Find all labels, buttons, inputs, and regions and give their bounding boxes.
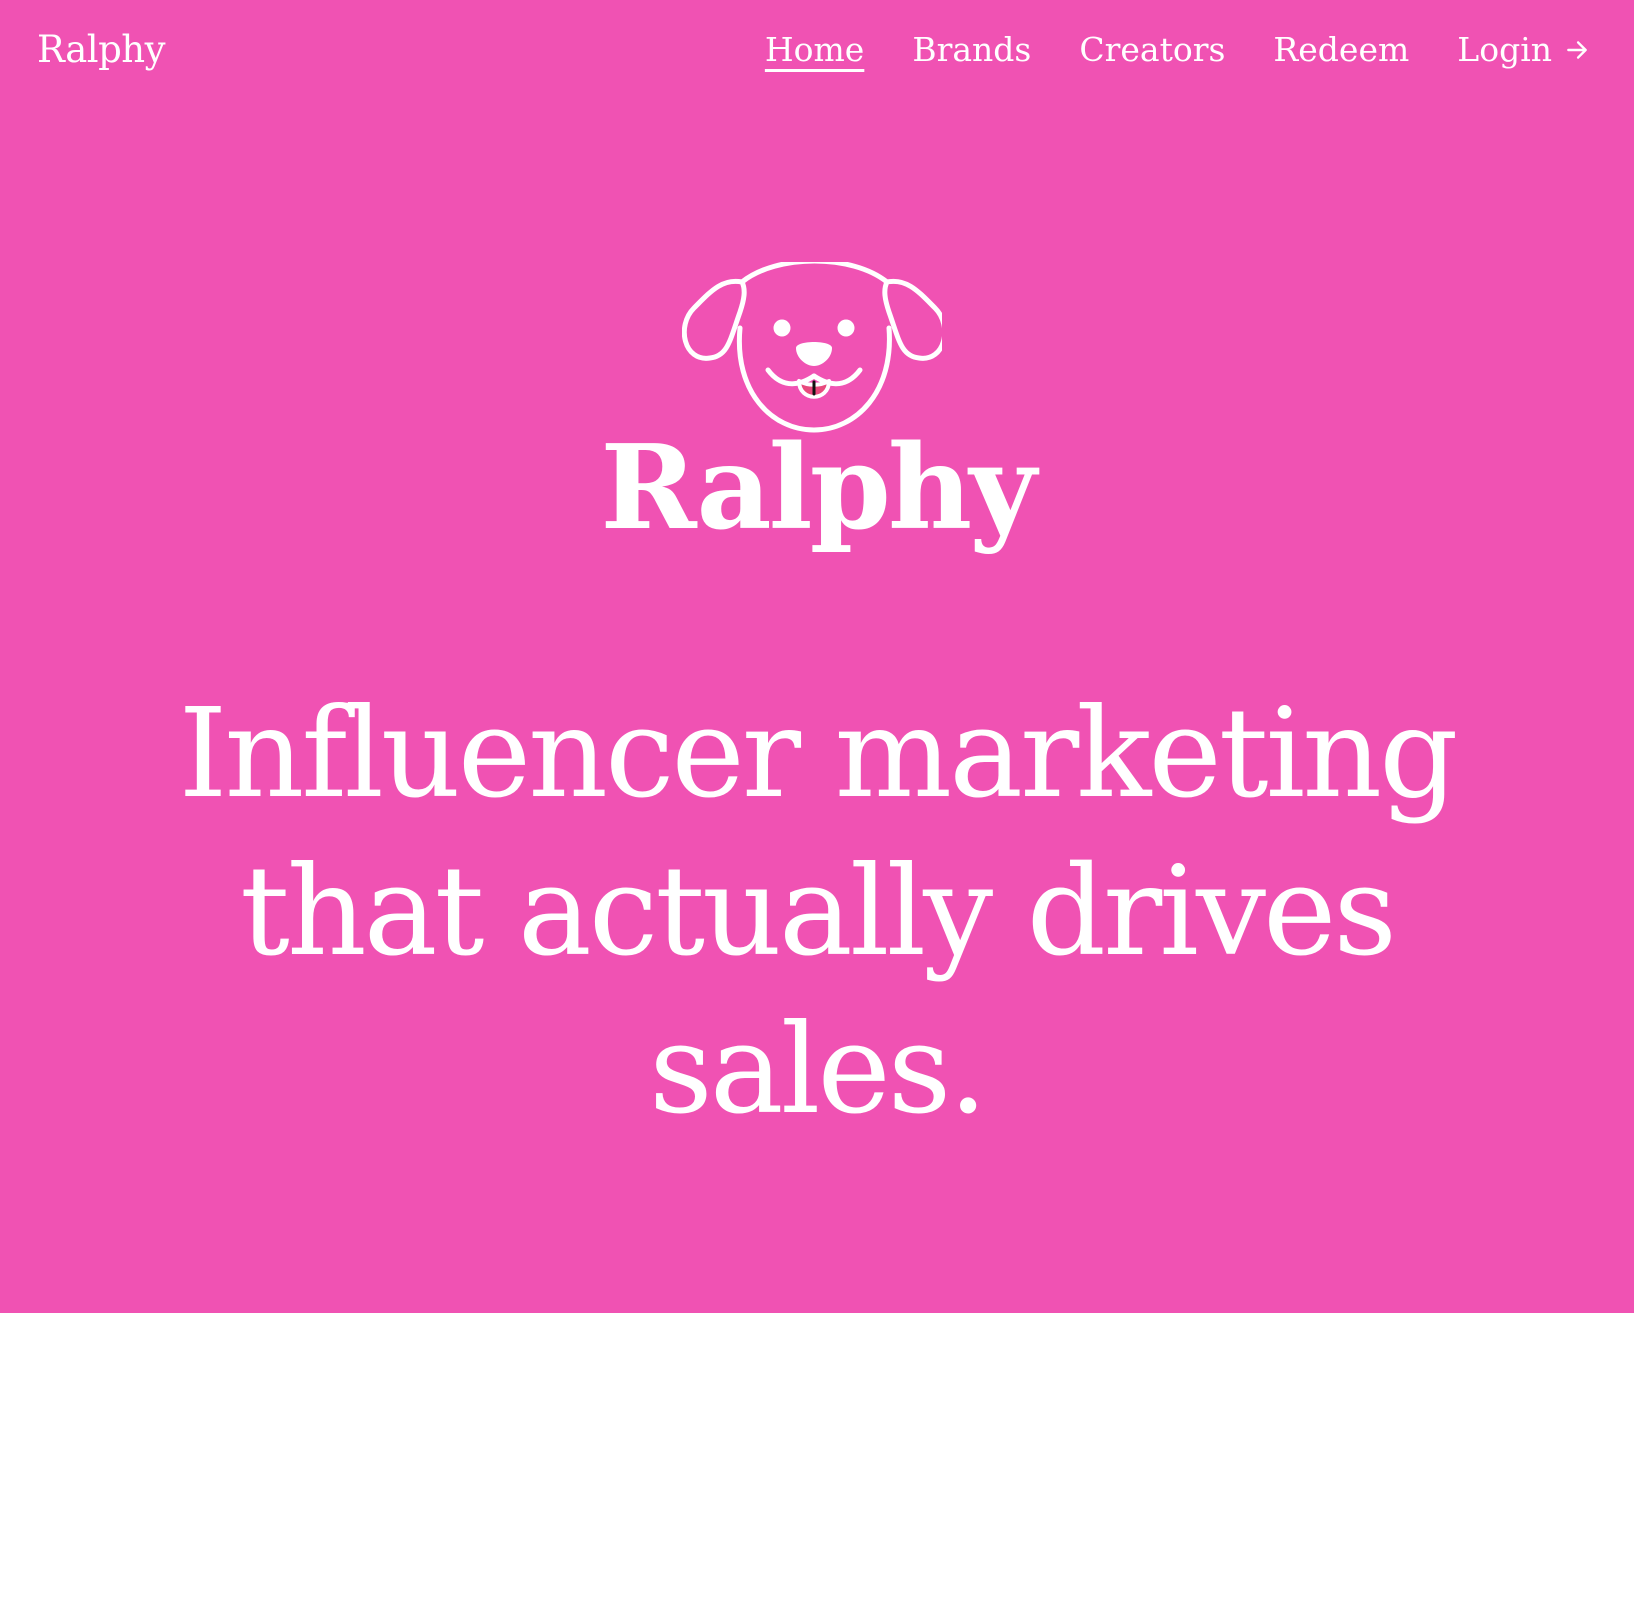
- nav-creators-link[interactable]: Creators: [1079, 26, 1225, 74]
- brand-logo-link[interactable]: Ralphy: [37, 26, 166, 74]
- nav-links: Home Brands Creators Redeem Login: [765, 26, 1590, 74]
- hero-headline: Influencer marketing that actually drive…: [178, 682, 1458, 1142]
- logo-wordmark: Ralphy: [600, 420, 1036, 556]
- nav-redeem-link[interactable]: Redeem: [1273, 26, 1409, 74]
- content-below-hero: [0, 1313, 1634, 1621]
- top-nav: Ralphy Home Brands Creators Redeem Login: [0, 0, 1634, 104]
- dog-face-icon: [682, 262, 942, 433]
- nav-login-link[interactable]: Login: [1457, 26, 1590, 74]
- nav-home-link[interactable]: Home: [765, 26, 864, 74]
- hero-section: Ralphy Home Brands Creators Redeem Login: [0, 0, 1634, 1313]
- arrow-right-icon: [1567, 41, 1587, 59]
- nav-brands-link[interactable]: Brands: [912, 26, 1031, 74]
- login-label: Login: [1457, 30, 1552, 69]
